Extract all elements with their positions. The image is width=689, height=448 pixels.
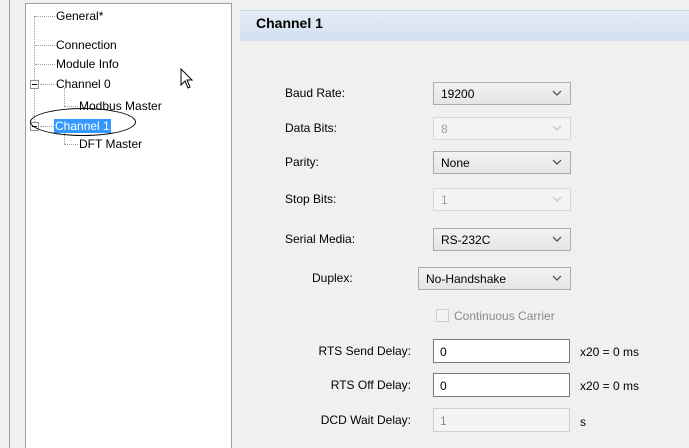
tree-line <box>35 45 55 46</box>
dcd-wait-delay-unit: s <box>580 415 586 429</box>
stop-bits-select[interactable]: 1 <box>433 188 571 211</box>
baud-rate-label: Baud Rate: <box>285 86 346 100</box>
serial-media-value: RS-232C <box>441 233 491 247</box>
duplex-value: No-Handshake <box>426 272 507 286</box>
tree-line <box>35 64 55 65</box>
dcd-wait-delay-label: DCD Wait Delay: <box>320 413 411 427</box>
rts-off-delay-unit: x20 = 0 ms <box>580 379 640 393</box>
tree-line <box>40 84 54 85</box>
serial-media-label: Serial Media: <box>285 232 356 246</box>
tree-item-channel-0[interactable]: Channel 0 <box>55 76 112 92</box>
tree-line <box>34 16 35 128</box>
rts-off-delay-input[interactable]: 0 <box>433 373 570 397</box>
navigation-tree[interactable]: General* Connection Module Info Channel … <box>25 3 232 448</box>
rts-send-delay-value: 0 <box>440 345 447 359</box>
data-bits-label: Data Bits: <box>285 121 338 135</box>
duplex-select[interactable]: No-Handshake <box>418 267 571 290</box>
tree-item-label: Connection <box>56 38 117 52</box>
rts-send-delay-input[interactable]: 0 <box>433 339 570 363</box>
chevron-down-icon <box>552 159 562 165</box>
section-header: Channel 1 <box>240 10 689 41</box>
tree-item-general[interactable]: General* <box>55 8 104 24</box>
stop-bits-label: Stop Bits: <box>285 192 337 206</box>
tree-item-label: General* <box>56 9 104 23</box>
window-top-edge <box>0 0 689 2</box>
tree-line <box>35 16 55 17</box>
tree-item-dft-master[interactable]: DFT Master <box>78 136 143 152</box>
rts-send-delay-unit: x20 = 0 ms <box>580 345 640 359</box>
duplex-label: Duplex: <box>312 271 353 285</box>
chevron-down-icon <box>552 236 562 242</box>
rts-off-delay-label: RTS Off Delay: <box>330 378 411 392</box>
tree-item-connection[interactable]: Connection <box>55 37 118 53</box>
parity-label: Parity: <box>285 155 320 169</box>
tree-line <box>64 144 78 145</box>
data-bits-value: 8 <box>441 122 448 136</box>
chevron-down-icon <box>552 196 562 202</box>
baud-rate-select[interactable]: 19200 <box>433 82 571 105</box>
continuous-carrier-label: Continuous Carrier <box>454 309 555 323</box>
dcd-wait-delay-input[interactable]: 1 <box>433 408 570 432</box>
dcd-wait-delay-value: 1 <box>440 414 447 428</box>
chevron-down-icon <box>552 90 562 96</box>
tree-item-module-info[interactable]: Module Info <box>55 56 120 72</box>
serial-media-select[interactable]: RS-232C <box>433 228 571 251</box>
tree-item-label: DFT Master <box>79 137 143 151</box>
baud-rate-value: 19200 <box>441 87 475 101</box>
highlight-ellipse <box>30 108 136 136</box>
page-title: Channel 1 <box>256 15 323 31</box>
chevron-down-icon <box>552 125 562 131</box>
rts-off-delay-value: 0 <box>440 379 447 393</box>
chevron-down-icon <box>552 275 562 281</box>
data-bits-select[interactable]: 8 <box>433 117 571 140</box>
stop-bits-value: 1 <box>441 193 448 207</box>
tree-item-label: Channel 0 <box>56 77 111 91</box>
mouse-pointer-icon <box>180 68 194 89</box>
tree-item-label: Module Info <box>56 57 119 71</box>
rts-send-delay-label: RTS Send Delay: <box>318 344 412 358</box>
parity-value: None <box>441 156 470 170</box>
collapse-minus-icon[interactable] <box>30 80 39 89</box>
parity-select[interactable]: None <box>433 151 571 174</box>
window-left-edge <box>0 0 10 448</box>
tree-line <box>64 106 78 107</box>
continuous-carrier-checkbox[interactable] <box>436 309 449 322</box>
